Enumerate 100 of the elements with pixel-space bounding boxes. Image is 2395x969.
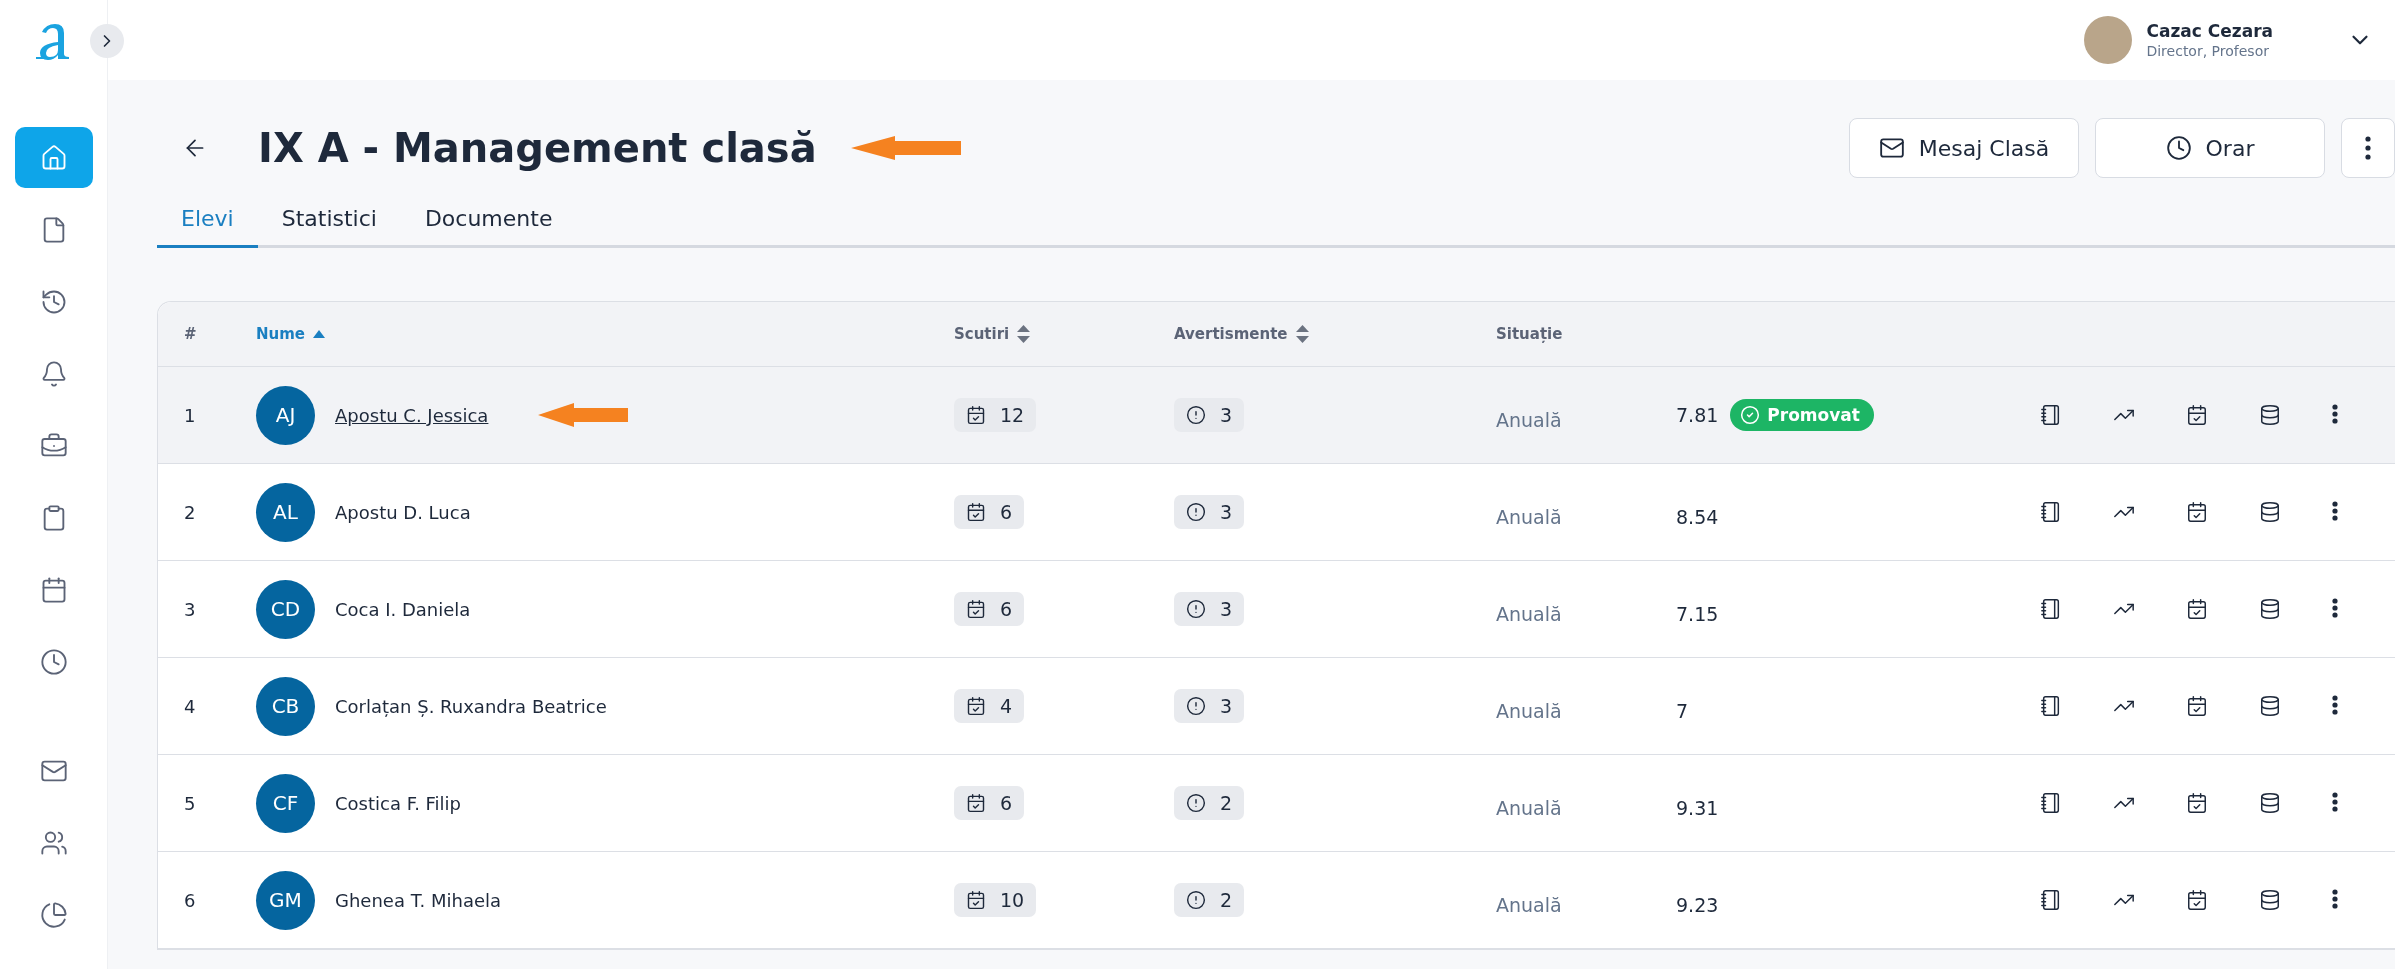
average-grade: 7.81 <box>1676 404 1719 426</box>
column-header: Situație <box>1496 325 1564 343</box>
database-button[interactable] <box>2259 695 2281 717</box>
table-row[interactable]: 1 AJ Apostu C. Jessica 12 3 Anuală 7.81 Promovat <box>158 367 2395 464</box>
row-number: 1 <box>184 404 197 426</box>
page-title: IX A - Management clasă <box>258 125 817 171</box>
tab[interactable]: Documente <box>400 206 577 248</box>
alert-icon <box>1186 793 1206 813</box>
warnings-count: 3 <box>1174 398 1245 432</box>
tab[interactable]: Statistici <box>257 206 401 248</box>
initials-avatar: CF <box>256 773 315 833</box>
database-button[interactable] <box>2259 889 2281 911</box>
notebook-icon <box>2040 598 2062 620</box>
status-badge: Promovat <box>1730 399 1874 431</box>
notebook-button[interactable] <box>2040 695 2062 717</box>
initials-avatar: GM <box>256 870 315 930</box>
student-name-link[interactable]: Apostu D. Luca <box>335 501 471 523</box>
notebook-button[interactable] <box>2040 889 2062 911</box>
message-button[interactable]: Mesaj Clasă <box>1849 118 2079 178</box>
calendar-check-icon <box>966 599 986 619</box>
mail-icon <box>1878 135 1905 161</box>
calendar-check-icon <box>966 793 986 813</box>
database-icon <box>2259 695 2281 717</box>
row-number: 4 <box>184 695 197 717</box>
notebook-icon <box>2040 695 2062 717</box>
home-nav-button[interactable] <box>14 127 93 188</box>
exemptions-count: 12 <box>954 398 1037 432</box>
database-icon <box>2259 598 2281 620</box>
database-icon <box>2259 404 2281 426</box>
more-icon <box>2332 889 2338 909</box>
exemptions-count: 6 <box>954 592 1025 626</box>
more-button[interactable] <box>2332 792 2338 814</box>
warnings-count: 3 <box>1174 495 1245 529</box>
student-name-link[interactable]: Costica F. Filip <box>335 792 462 814</box>
more-button[interactable] <box>2332 404 2338 426</box>
more-icon <box>2332 501 2338 521</box>
row-number: 3 <box>184 598 197 620</box>
database-button[interactable] <box>2259 792 2281 814</box>
alert-icon <box>1186 890 1206 910</box>
period-label: Anuală <box>1496 893 1563 916</box>
column-header[interactable]: Scutiri <box>954 325 1010 343</box>
notebook-button[interactable] <box>2040 792 2062 814</box>
notebook-icon <box>2040 792 2062 814</box>
average-grade: 7 <box>1676 700 1689 722</box>
initials-avatar: CD <box>256 579 315 639</box>
calendar-button[interactable] <box>2186 695 2208 717</box>
period-label: Anuală <box>1496 699 1563 722</box>
database-button[interactable] <box>2259 404 2281 426</box>
alert-icon <box>1186 599 1206 619</box>
calendar-button[interactable] <box>2186 792 2208 814</box>
exemptions-count: 6 <box>954 786 1025 820</box>
pie-chart-icon <box>39 900 68 929</box>
more-button[interactable] <box>2332 695 2338 717</box>
calendar-check-icon <box>2186 889 2208 911</box>
column-header[interactable]: Nume <box>256 325 306 343</box>
more-icon <box>2332 792 2338 812</box>
calendar-button[interactable] <box>2186 404 2208 426</box>
more-button[interactable] <box>2332 501 2338 523</box>
student-name-link[interactable]: Ghenea T. Mihaela <box>335 889 502 911</box>
student-name-link[interactable]: Coca I. Daniela <box>335 598 471 620</box>
average-grade: 9.31 <box>1676 797 1719 819</box>
column-header[interactable]: Avertismente <box>1174 325 1288 343</box>
tab[interactable]: Elevi <box>157 206 258 248</box>
calendar-button[interactable] <box>2186 598 2208 620</box>
user-name: Cazac Cezara <box>2146 21 2273 41</box>
database-icon <box>2259 792 2281 814</box>
student-name-link[interactable]: Corlațan Ș. Ruxandra Beatrice <box>335 695 607 717</box>
notebook-icon <box>2040 404 2062 426</box>
row-number: 6 <box>184 889 197 911</box>
notebook-button[interactable] <box>2040 501 2062 523</box>
calendar-check-icon <box>966 502 986 522</box>
more-button[interactable] <box>2332 889 2338 911</box>
alert-icon <box>1186 696 1206 716</box>
calendar-check-icon <box>966 890 986 910</box>
more-icon <box>2365 136 2371 160</box>
exemptions-count: 4 <box>954 689 1025 723</box>
warnings-count: 2 <box>1174 786 1245 820</box>
calendar-button[interactable] <box>2186 889 2208 911</box>
student-name-link[interactable]: Apostu C. Jessica <box>335 404 489 426</box>
notebook-button[interactable] <box>2040 404 2062 426</box>
period-label: Anuală <box>1496 505 1563 528</box>
database-icon <box>2259 889 2281 911</box>
more-icon <box>2332 598 2338 618</box>
average-grade: 8.54 <box>1676 506 1719 528</box>
calendar-button[interactable] <box>2186 501 2208 523</box>
period-label: Anuală <box>1496 408 1563 431</box>
initials-avatar: AJ <box>256 385 315 445</box>
exemptions-count: 6 <box>954 495 1025 529</box>
schedule-button[interactable]: Orar <box>2095 118 2325 178</box>
more-button[interactable] <box>2332 598 2338 620</box>
database-icon <box>2259 501 2281 523</box>
calendar-check-icon <box>966 696 986 716</box>
database-button[interactable] <box>2259 501 2281 523</box>
period-label: Anuală <box>1496 602 1563 625</box>
clock-icon <box>39 647 68 676</box>
more-icon <box>2332 404 2338 424</box>
database-button[interactable] <box>2259 598 2281 620</box>
alert-icon <box>1186 405 1206 425</box>
notebook-icon <box>2040 889 2062 911</box>
notebook-button[interactable] <box>2040 598 2062 620</box>
